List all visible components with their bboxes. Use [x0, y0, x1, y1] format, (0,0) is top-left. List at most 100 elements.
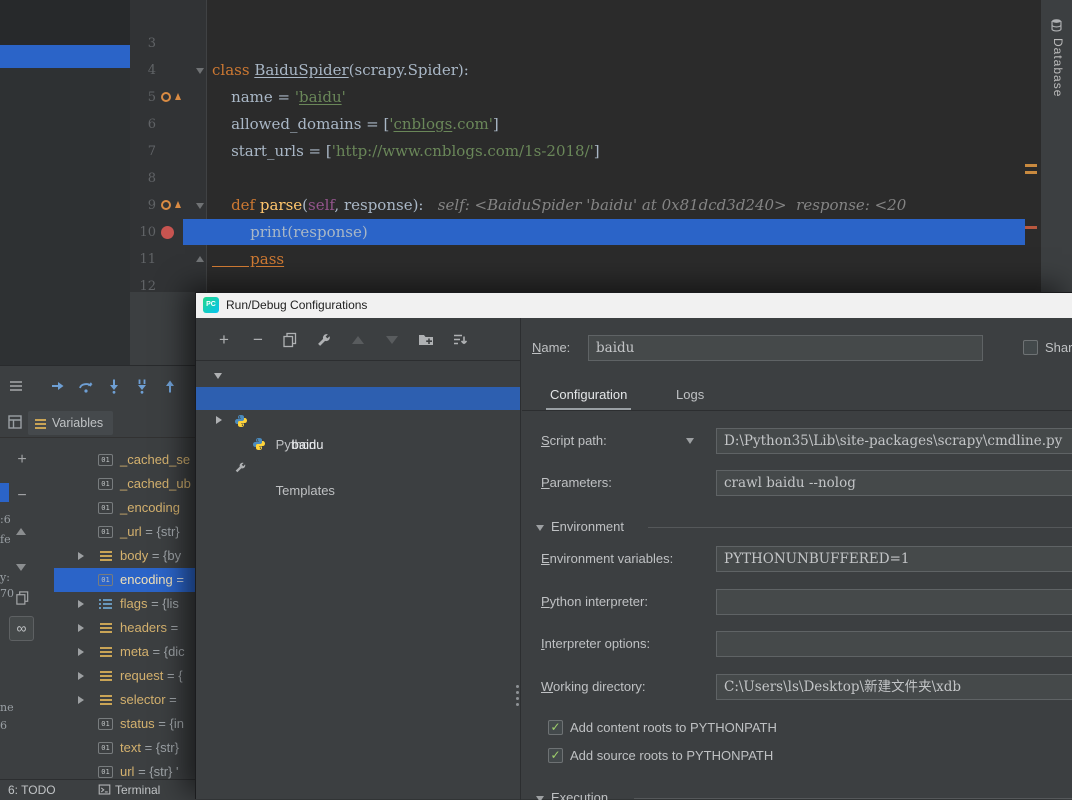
code-editor[interactable]: 3 4 5 class BaiduSpider(scrapy.Spider): … — [130, 0, 1040, 292]
add-watch-icon[interactable]: + — [12, 450, 32, 470]
mute-breakpoints-toggle[interactable]: ∞ — [9, 616, 34, 641]
variable-row[interactable]: 01 _cached_ub — [54, 472, 195, 496]
name-input[interactable]: baidu — [588, 335, 983, 361]
tool-button-terminal[interactable]: Terminal — [115, 781, 160, 799]
show-execution-point-icon[interactable] — [50, 378, 68, 396]
tree-node-baidu-selected[interactable]: baidu — [196, 387, 520, 452]
parameters-input[interactable]: crawl baidu --nolog — [716, 470, 1072, 496]
step-over-icon[interactable] — [78, 378, 96, 396]
variable-value: = {lis — [147, 596, 179, 611]
add-source-roots-checkbox[interactable]: ✓ — [548, 748, 563, 763]
variable-row[interactable]: 01 url = {str} ' — [54, 760, 195, 779]
expand-arrow-icon[interactable] — [78, 600, 84, 608]
variable-row[interactable]: flags = {lis — [54, 592, 195, 616]
variable-value: = {str} — [141, 524, 180, 539]
variable-name: selector — [120, 692, 166, 707]
tab-configuration[interactable]: Configuration — [546, 380, 632, 410]
gutter-breakpoint-arrow-icon — [175, 201, 181, 208]
variable-row[interactable]: selector = — [54, 688, 195, 712]
python-interpreter-label: Python interpreter: — [541, 594, 648, 609]
move-up-icon[interactable] — [16, 528, 26, 535]
variable-row[interactable]: 01 _cached_se — [54, 448, 195, 472]
duplicate-icon[interactable] — [12, 588, 32, 608]
interpreter-options-input[interactable] — [716, 631, 1072, 657]
tab-logs[interactable]: Logs — [672, 380, 708, 410]
copy-configuration-button[interactable] — [282, 332, 302, 352]
tab-variables[interactable]: Variables — [28, 411, 114, 435]
variable-row[interactable]: meta = {dic — [54, 640, 195, 664]
python-interpreter-select[interactable]: Python 3.5 — [716, 589, 1072, 615]
gutter-breakpoint-icon[interactable] — [161, 92, 171, 102]
error-stripe-mark[interactable] — [1025, 226, 1037, 229]
debugger-menu-icon[interactable] — [8, 378, 26, 396]
sort-configurations-button[interactable] — [452, 332, 472, 352]
force-step-into-icon[interactable] — [134, 378, 152, 396]
breakpoint-icon[interactable] — [161, 226, 174, 239]
step-out-icon[interactable] — [162, 378, 180, 396]
variable-row[interactable]: request = { — [54, 664, 195, 688]
restore-layout-icon[interactable] — [7, 414, 23, 430]
python-icon — [750, 614, 784, 615]
splitter-grip[interactable] — [516, 685, 519, 688]
expand-arrow-icon[interactable] — [78, 552, 84, 560]
share-checkbox[interactable] — [1023, 340, 1038, 355]
variable-row[interactable]: body = {by — [54, 544, 195, 568]
variable-name: request — [120, 668, 164, 683]
object-value-icon — [100, 623, 112, 625]
expand-arrow-icon[interactable] — [78, 672, 84, 680]
variable-value: = {str} — [140, 740, 179, 755]
pycharm-icon: PC — [203, 297, 219, 313]
variable-row-selected[interactable]: 01 encoding = — [54, 568, 195, 592]
script-path-input[interactable]: D:\Python35\Lib\site-packages\scrapy\cmd… — [716, 428, 1072, 454]
variable-row[interactable]: 01 text = {str} — [54, 736, 195, 760]
environment-section-header[interactable]: Environment — [536, 518, 624, 536]
object-value-icon — [100, 671, 112, 673]
working-directory-value: C:\Users\ls\Desktop\新建文件夹\xdb — [724, 679, 962, 695]
variable-row[interactable]: headers = — [54, 616, 195, 640]
remove-watch-icon[interactable]: − — [12, 486, 32, 506]
expand-arrow-icon[interactable] — [78, 648, 84, 656]
variable-row[interactable]: 01 status = {in — [54, 712, 195, 736]
configurations-tree-pane: + − Python — [196, 318, 521, 800]
collapse-arrow-icon[interactable] — [214, 373, 222, 379]
error-stripe-mark[interactable] — [1025, 171, 1037, 174]
move-down-icon[interactable] — [16, 564, 26, 571]
add-content-roots-checkbox[interactable]: ✓ — [548, 720, 563, 735]
expand-arrow-icon[interactable] — [78, 696, 84, 704]
move-down-button[interactable] — [386, 336, 398, 344]
remove-configuration-button[interactable]: − — [248, 330, 268, 350]
edge-text-fragment: fe — [0, 533, 11, 546]
fold-marker-icon[interactable] — [196, 203, 204, 209]
code-keyword: pass — [212, 250, 285, 268]
fold-end-marker-icon[interactable] — [196, 256, 204, 262]
working-directory-input[interactable]: C:\Users\ls\Desktop\新建文件夹\xdb — [716, 674, 1072, 700]
edit-defaults-wrench-button[interactable] — [316, 332, 336, 352]
step-into-icon[interactable] — [106, 378, 124, 396]
tool-button-todo[interactable]: 6: TODO — [8, 781, 56, 799]
chevron-down-icon[interactable] — [686, 438, 694, 444]
primitive-value-icon: 01 — [98, 526, 113, 538]
variable-row[interactable]: 01 _encoding — [54, 496, 195, 520]
expand-arrow-icon[interactable] — [78, 624, 84, 632]
list-value-icon — [99, 599, 101, 601]
create-folder-button[interactable] — [418, 332, 438, 352]
gutter-breakpoint-icon[interactable] — [161, 200, 171, 210]
variable-row[interactable]: 01 _url = {str} — [54, 520, 195, 544]
expand-arrow-icon[interactable] — [216, 416, 222, 424]
section-collapse-arrow-icon — [536, 796, 544, 800]
variable-value: = {by — [148, 548, 182, 563]
execution-section-header[interactable]: Execution — [536, 789, 608, 800]
tree-node-python[interactable]: Python — [196, 364, 520, 452]
project-selected-row[interactable] — [0, 45, 130, 68]
tab-database[interactable]: Database — [1051, 38, 1065, 97]
add-configuration-button[interactable]: + — [214, 330, 234, 350]
move-up-button[interactable] — [352, 336, 364, 344]
edge-text-fragment: 6 — [0, 719, 7, 732]
error-stripe-mark[interactable] — [1025, 164, 1037, 167]
editor-line: 4 — [130, 30, 1040, 78]
fold-marker-icon[interactable] — [196, 68, 204, 74]
environment-variables-input[interactable]: PYTHONUNBUFFERED=1 — [716, 546, 1072, 572]
checkmark-icon: ✓ — [550, 748, 561, 762]
code-function-name: parse — [259, 196, 303, 214]
tree-node-templates[interactable]: Templates — [196, 410, 520, 498]
